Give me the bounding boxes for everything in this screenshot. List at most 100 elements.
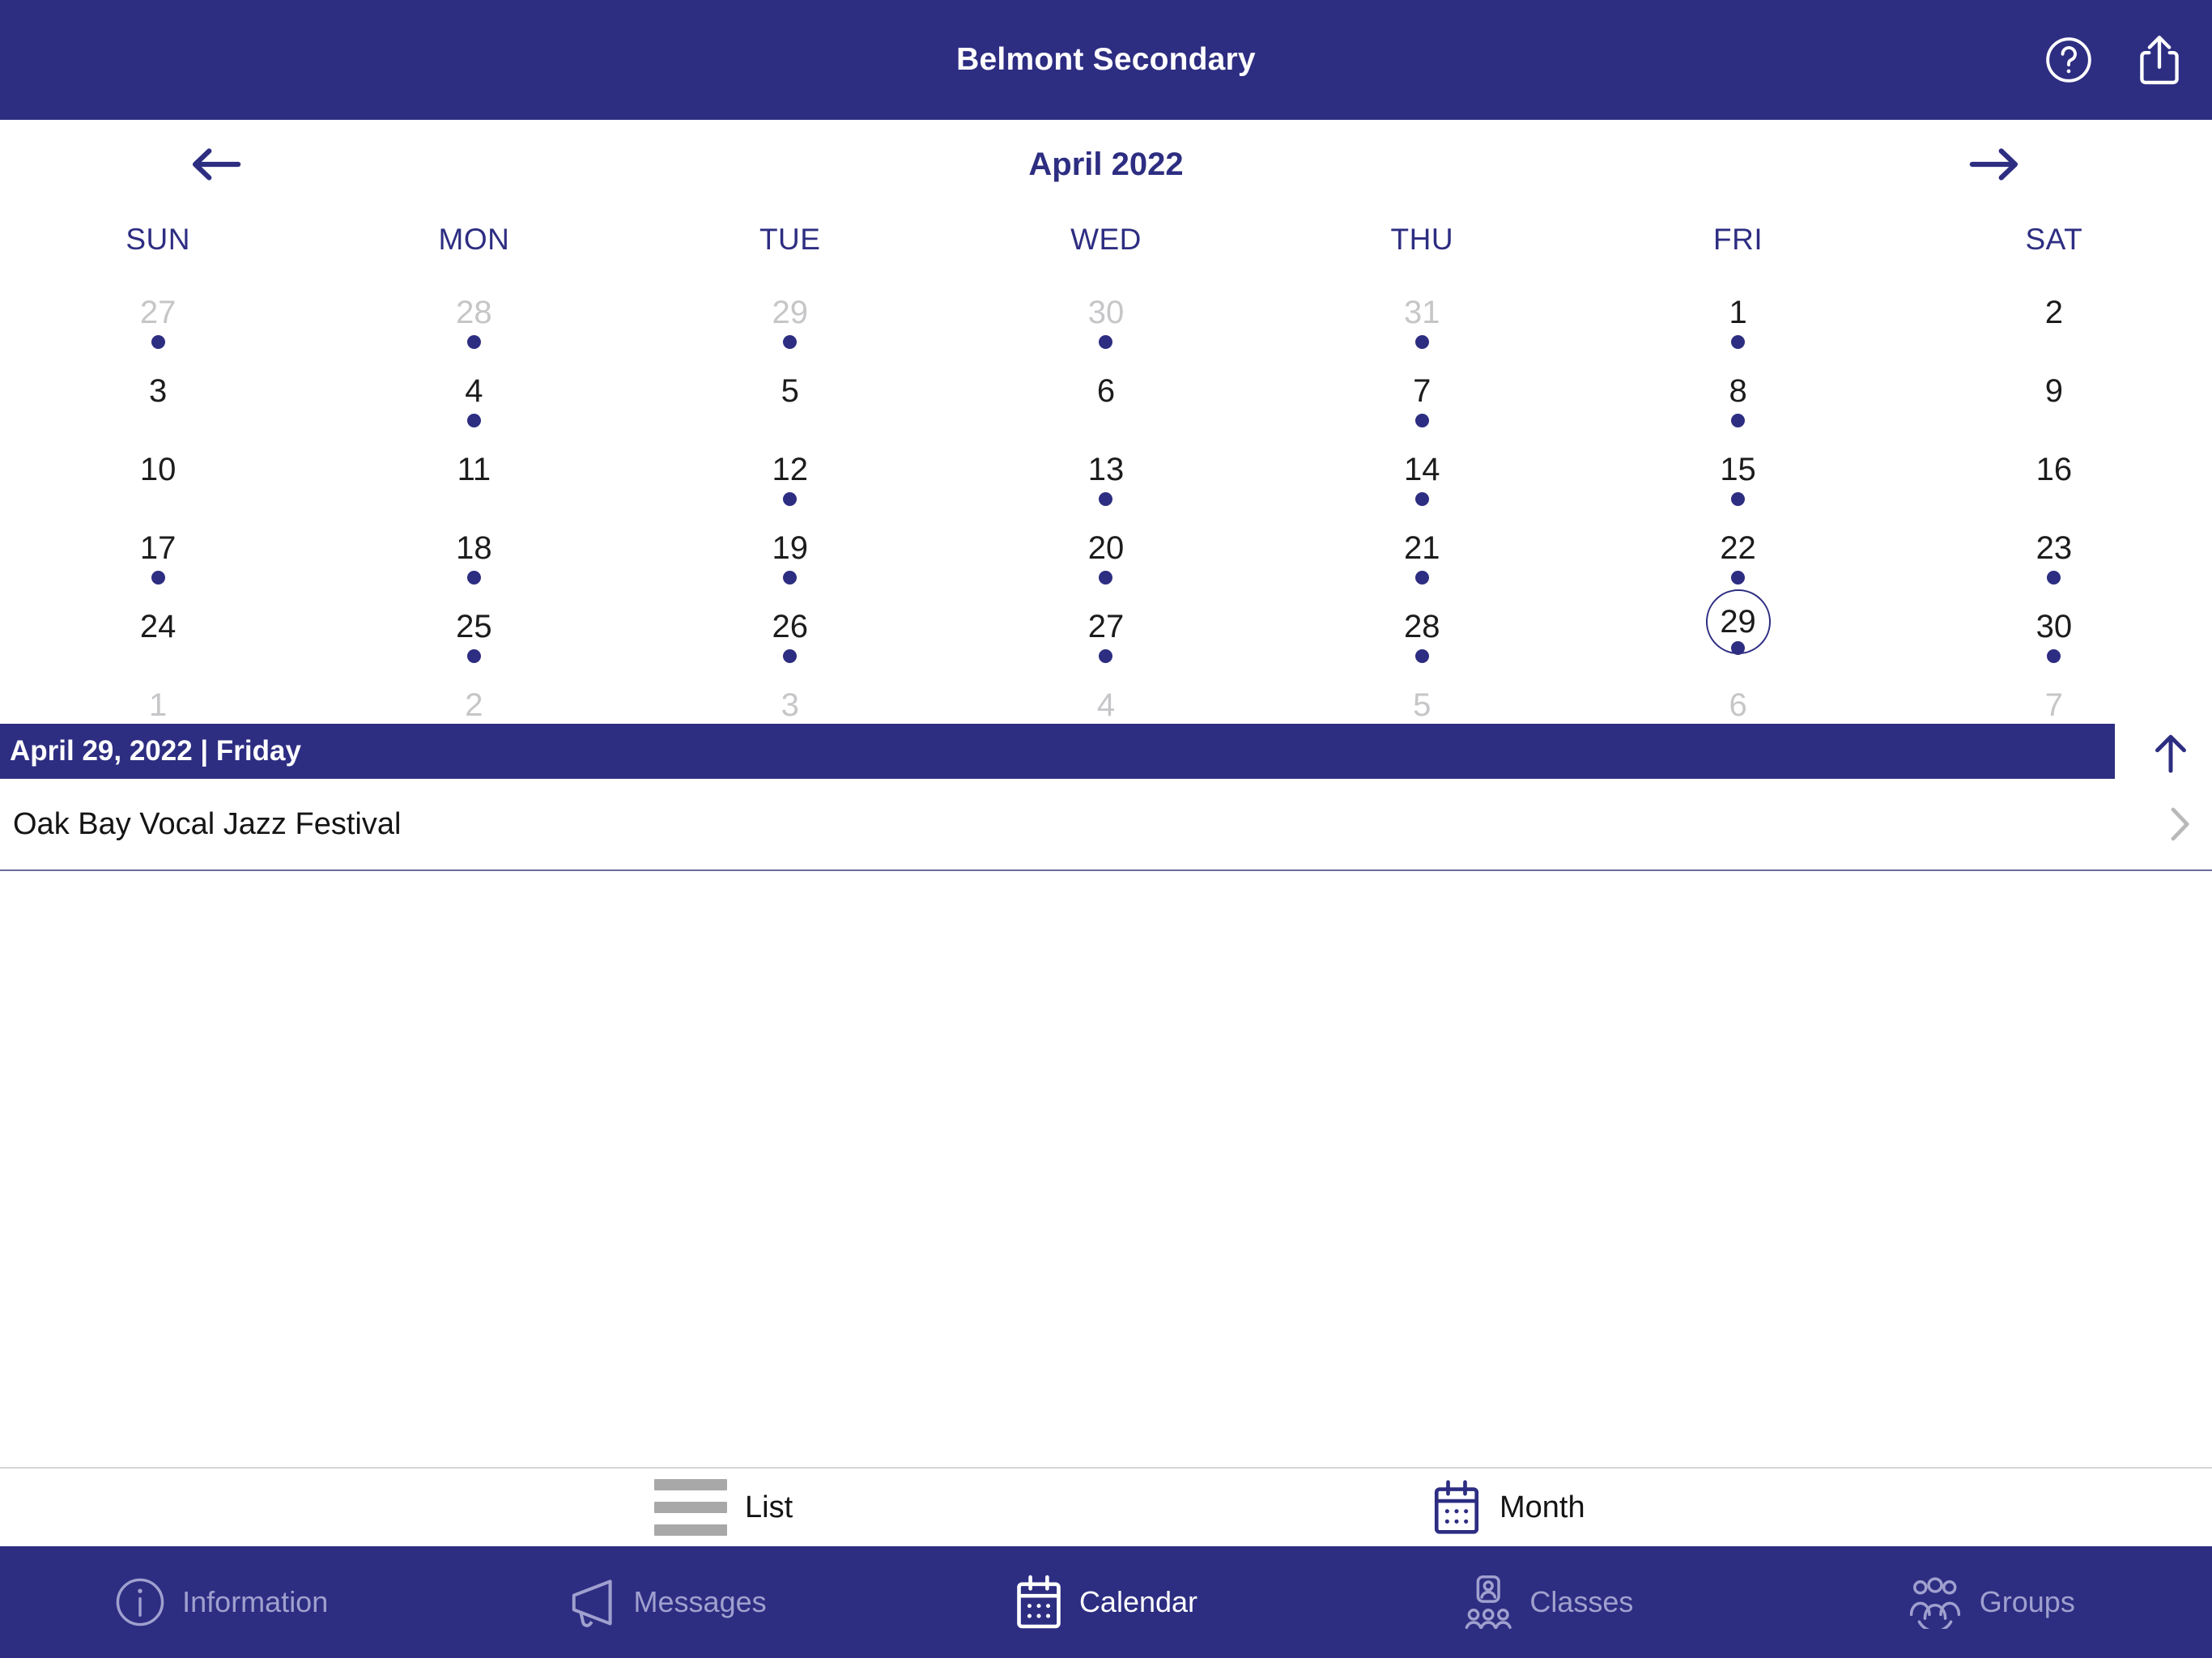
- tab-label: Information: [182, 1585, 329, 1618]
- day-number: 11: [457, 452, 491, 487]
- day-cell[interactable]: 27: [0, 270, 316, 349]
- day-cell[interactable]: 18: [316, 506, 632, 585]
- event-dot-indicator: [783, 649, 798, 663]
- month-label: April 2022: [1028, 146, 1184, 182]
- event-dot-indicator: [1731, 641, 1746, 655]
- next-month-button[interactable]: [1958, 136, 2031, 193]
- view-switcher: List Month: [0, 1467, 2212, 1546]
- chevron-right-icon: [2170, 806, 2191, 842]
- day-cell[interactable]: 30: [948, 270, 1264, 349]
- event-dot-indicator: [1414, 335, 1429, 349]
- event-dot-indicator: [1414, 649, 1429, 663]
- event-dot-indicator: [1731, 335, 1746, 349]
- collapse-events-button[interactable]: [2141, 725, 2201, 782]
- event-dot-indicator: [1731, 571, 1746, 585]
- tab-calendar[interactable]: Calendar: [885, 1546, 1327, 1658]
- app-header: Belmont Secondary: [0, 0, 2212, 120]
- header-actions: [2044, 0, 2183, 120]
- day-cell[interactable]: 2: [1896, 270, 2212, 349]
- share-icon: [2140, 36, 2179, 85]
- event-dot-indicator: [466, 571, 481, 585]
- tab-information[interactable]: Information: [0, 1546, 442, 1658]
- day-cell[interactable]: 21: [1264, 506, 1580, 585]
- megaphone-icon: [561, 1576, 618, 1628]
- weekday-label-fri: FRI: [1713, 223, 1763, 256]
- info-circle-icon: [114, 1576, 166, 1628]
- tab-groups[interactable]: Groups: [1770, 1546, 2212, 1658]
- day-number: 16: [2035, 452, 2073, 487]
- calendar-icon: [1015, 1574, 1063, 1630]
- event-row[interactable]: Oak Bay Vocal Jazz Festival: [0, 779, 2212, 871]
- calendar-day-grid: 27 28 29 30 31 1 2 3 4 5 6 7 8 9 10 11 12 13 14 15 16 17 18 19 2…: [0, 270, 2212, 742]
- weekday-label-wed: WED: [1070, 223, 1142, 256]
- day-cell[interactable]: 6: [948, 349, 1264, 427]
- arrow-left-icon: [192, 148, 241, 181]
- day-cell[interactable]: 13: [948, 427, 1264, 506]
- day-cell[interactable]: 31: [1264, 270, 1580, 349]
- day-cell[interactable]: 26: [632, 585, 948, 663]
- day-cell[interactable]: 8: [1580, 349, 1895, 427]
- event-dot-indicator: [1099, 492, 1113, 506]
- day-number: 9: [2044, 373, 2063, 409]
- day-cell[interactable]: 16: [1896, 427, 2212, 506]
- tab-classes[interactable]: Classes: [1327, 1546, 1769, 1658]
- bottom-tab-bar: Information Messages Calendar Classes Groups: [0, 1546, 2212, 1658]
- list-view-button[interactable]: List: [654, 1479, 793, 1536]
- day-cell[interactable]: 1: [1580, 270, 1895, 349]
- day-cell[interactable]: 14: [1264, 427, 1580, 506]
- event-dot-indicator: [1731, 414, 1746, 427]
- event-dot-indicator: [1731, 492, 1746, 506]
- day-cell[interactable]: 29: [632, 270, 948, 349]
- event-dot-indicator: [466, 649, 481, 663]
- day-number: 6: [1096, 373, 1116, 409]
- day-cell[interactable]: 17: [0, 506, 316, 585]
- event-dot-indicator: [151, 571, 165, 585]
- day-number: 5: [781, 373, 799, 409]
- arrow-up-icon: [2155, 734, 2186, 773]
- share-button[interactable]: [2136, 33, 2183, 87]
- page-title: Belmont Secondary: [956, 42, 1256, 77]
- day-cell[interactable]: 10: [0, 427, 316, 506]
- previous-month-button[interactable]: [180, 136, 253, 193]
- event-dot-indicator: [2047, 571, 2061, 585]
- month-view-label: Month: [1499, 1490, 1585, 1524]
- weekday-label-thu: THU: [1390, 223, 1454, 256]
- weekday-label-sat: SAT: [2025, 223, 2083, 256]
- event-dot-indicator: [783, 571, 798, 585]
- day-cell[interactable]: 15: [1580, 427, 1895, 506]
- day-cell[interactable]: 24: [0, 585, 316, 663]
- day-cell[interactable]: 12: [632, 427, 948, 506]
- event-dot-indicator: [1414, 571, 1429, 585]
- day-cell[interactable]: 7: [1264, 349, 1580, 427]
- day-cell[interactable]: 25: [316, 585, 632, 663]
- day-cell[interactable]: 22: [1580, 506, 1895, 585]
- help-button[interactable]: [2044, 35, 2094, 85]
- day-cell[interactable]: 5: [632, 349, 948, 427]
- day-number: 10: [139, 452, 177, 487]
- day-cell[interactable]: 19: [632, 506, 948, 585]
- day-cell[interactable]: 28: [1264, 585, 1580, 663]
- list-icon: [654, 1479, 727, 1536]
- day-cell[interactable]: 27: [948, 585, 1264, 663]
- event-list: Oak Bay Vocal Jazz Festival: [0, 779, 2212, 871]
- tab-messages[interactable]: Messages: [442, 1546, 884, 1658]
- day-cell[interactable]: 4: [316, 349, 632, 427]
- weekday-label-sun: SUN: [125, 223, 190, 256]
- event-dot-indicator: [1099, 571, 1113, 585]
- day-number: 24: [139, 609, 177, 644]
- day-cell[interactable]: 11: [316, 427, 632, 506]
- day-cell[interactable]: 30: [1896, 585, 2212, 663]
- day-cell[interactable]: 28: [316, 270, 632, 349]
- event-dot-indicator: [2047, 649, 2061, 663]
- day-cell[interactable]: 20: [948, 506, 1264, 585]
- event-title: Oak Bay Vocal Jazz Festival: [13, 806, 402, 841]
- day-cell[interactable]: 23: [1896, 506, 2212, 585]
- day-cell[interactable]: 3: [0, 349, 316, 427]
- month-view-button[interactable]: Month: [1431, 1479, 1585, 1536]
- day-cell[interactable]: 9: [1896, 349, 2212, 427]
- weekday-label-mon: MON: [438, 223, 510, 256]
- weekday-header: SUN MON TUE WED THU FRI SAT: [0, 209, 2212, 270]
- tab-label: Classes: [1529, 1585, 1634, 1618]
- list-view-label: List: [745, 1490, 793, 1524]
- day-cell-selected[interactable]: 29: [1580, 585, 1895, 663]
